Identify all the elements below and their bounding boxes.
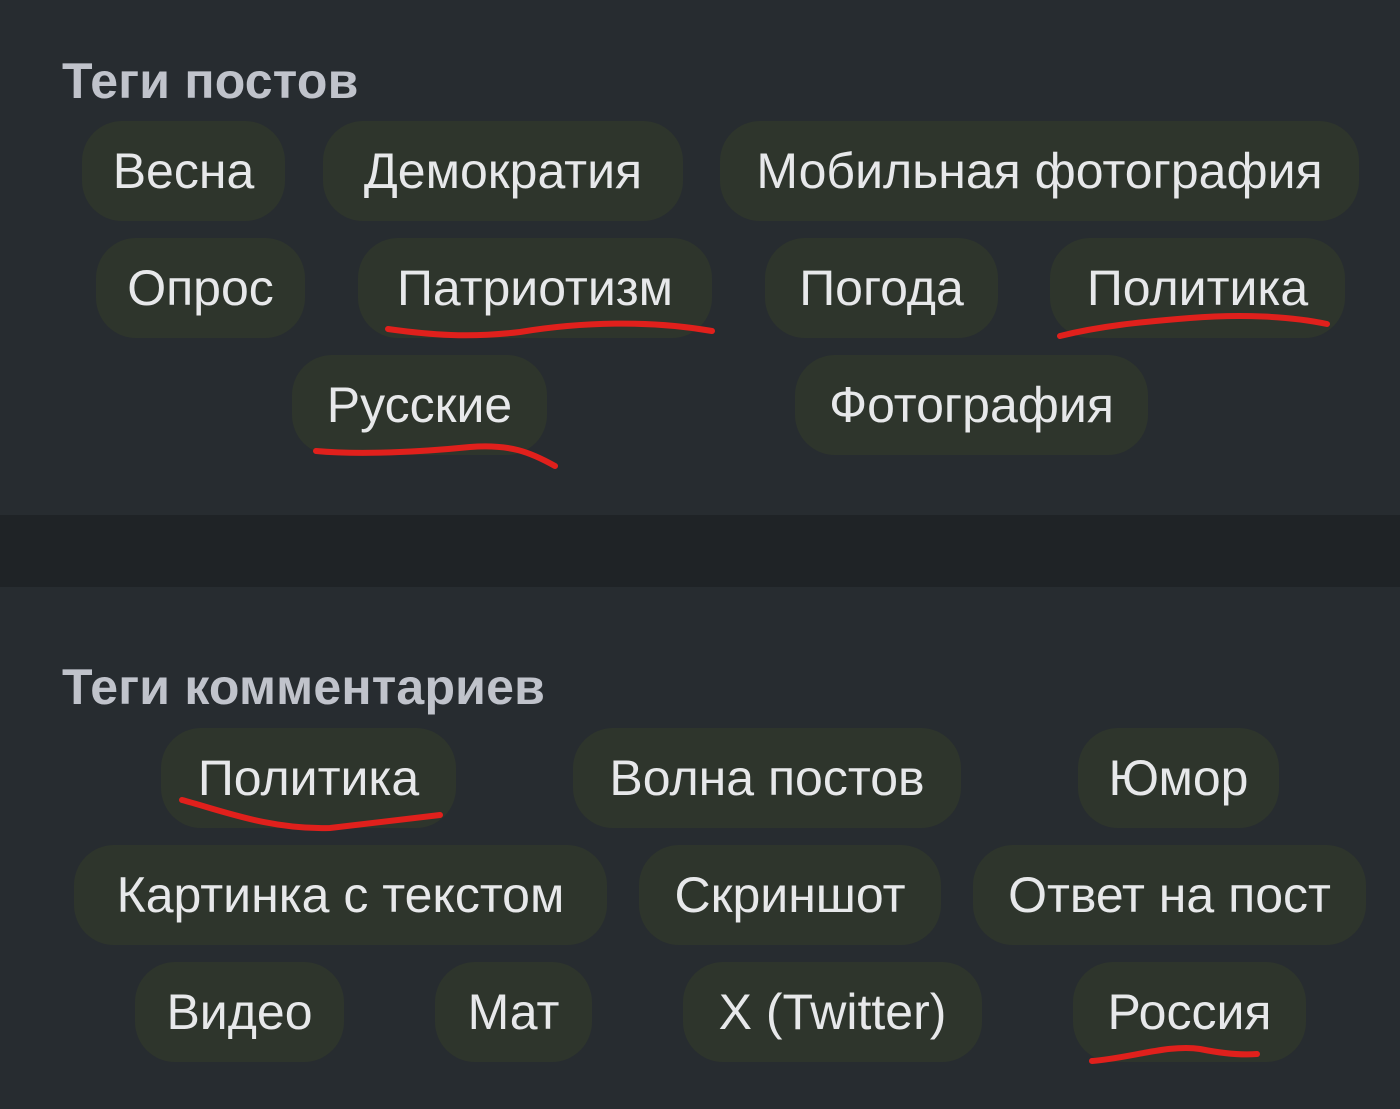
comment-tags-row-1: Политика Волна постов Юмор (0, 728, 1400, 828)
post-tag[interactable]: Опрос (96, 238, 305, 338)
post-tag[interactable]: Русские (292, 355, 547, 455)
post-tags-row-3: Русские Фотография (0, 355, 1400, 455)
comment-tags-section: Теги комментариев Политика Волна постов … (0, 587, 1400, 1109)
post-tag[interactable]: Патриотизм (358, 238, 712, 338)
post-tag[interactable]: Политика (1050, 238, 1345, 338)
comment-tag[interactable]: Ответ на пост (973, 845, 1366, 945)
post-tag[interactable]: Весна (82, 121, 285, 221)
comment-tag[interactable]: Видео (135, 962, 344, 1062)
comment-tag[interactable]: X (Twitter) (683, 962, 982, 1062)
comment-tag[interactable]: Скриншот (639, 845, 941, 945)
section-separator (0, 515, 1400, 587)
post-tags-section: Теги постов Весна Демократия Мобильная ф… (0, 0, 1400, 515)
comment-tag[interactable]: Россия (1073, 962, 1306, 1062)
post-tags-heading: Теги постов (62, 53, 359, 109)
post-tags-row-1: Весна Демократия Мобильная фотография (0, 121, 1400, 221)
comment-tag[interactable]: Волна постов (573, 728, 961, 828)
post-tag[interactable]: Мобильная фотография (720, 121, 1359, 221)
post-tags-row-2: Опрос Патриотизм Погода Политика (0, 238, 1400, 338)
comment-tags-row-3: Видео Мат X (Twitter) Россия (0, 962, 1400, 1062)
comment-tag[interactable]: Мат (435, 962, 592, 1062)
post-tag[interactable]: Фотография (795, 355, 1148, 455)
comment-tag[interactable]: Политика (161, 728, 456, 828)
comment-tags-heading: Теги комментариев (62, 659, 546, 715)
post-tag[interactable]: Погода (765, 238, 998, 338)
comment-tag[interactable]: Юмор (1078, 728, 1279, 828)
post-tag[interactable]: Демократия (323, 121, 683, 221)
comment-tag[interactable]: Картинка с текстом (74, 845, 607, 945)
comment-tags-row-2: Картинка с текстом Скриншот Ответ на пос… (0, 845, 1400, 945)
